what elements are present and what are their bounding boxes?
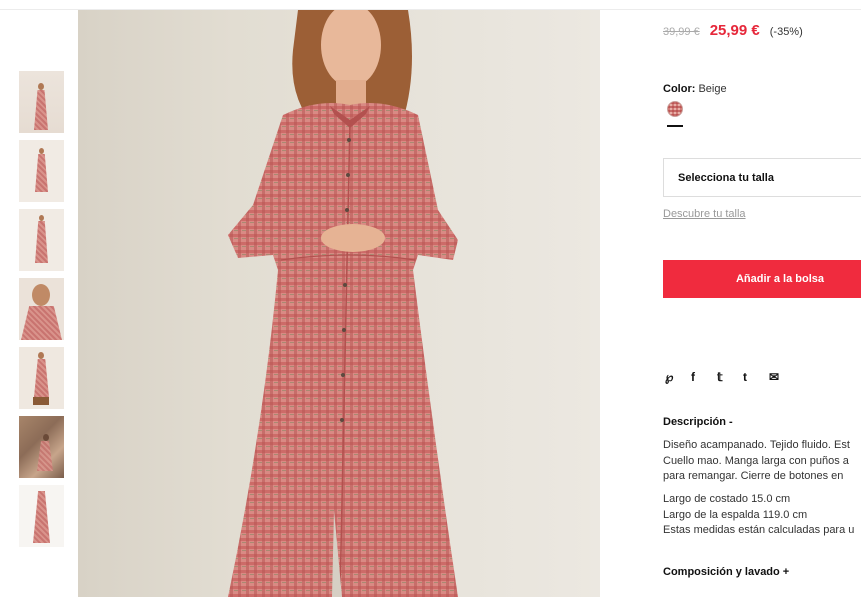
- size-guide-link[interactable]: Descubre tu talla: [663, 208, 746, 220]
- measurements-text: Largo de costado 15.0 cm Largo de la esp…: [663, 492, 861, 539]
- original-price: 39,99 €: [663, 26, 700, 38]
- color-label: Color:: [663, 83, 696, 95]
- twitter-icon[interactable]: 𝕥: [715, 370, 741, 386]
- thumbnail-6[interactable]: [19, 416, 64, 478]
- thumbnail-2[interactable]: [19, 140, 64, 202]
- add-to-bag-button[interactable]: Añadir a la bolsa: [663, 260, 861, 298]
- thumbnail-5[interactable]: [19, 347, 64, 409]
- description-line: Diseño acampanado. Tejido fluido. Est: [663, 439, 850, 451]
- price-row: 39,99 € 25,99 € (-35%): [663, 22, 803, 39]
- description-toggle[interactable]: Descripción -: [663, 416, 733, 428]
- discount-percentage: (-35%): [769, 26, 803, 38]
- main-product-image: [78, 10, 600, 597]
- description-text: Diseño acampanado. Tejido fluido. Est Cu…: [663, 438, 861, 485]
- facebook-icon[interactable]: f: [689, 370, 715, 386]
- description-line: Cuello mao. Manga larga con puños a: [663, 454, 849, 467]
- share-icons: ℘ f 𝕥 t ✉: [663, 370, 793, 386]
- composition-toggle[interactable]: Composición y lavado +: [663, 566, 789, 578]
- thumbnail-3[interactable]: [19, 209, 64, 271]
- description-line: para remangar. Cierre de botones en: [663, 470, 844, 482]
- model-illustration: [228, 10, 458, 597]
- measurement-line: Largo de la espalda 119.0 cm: [663, 508, 808, 521]
- color-value: Beige: [698, 83, 727, 95]
- tumblr-icon[interactable]: t: [741, 370, 767, 386]
- selected-swatch-indicator: [667, 125, 683, 127]
- sale-price: 25,99 €: [709, 22, 760, 39]
- thumbnail-gallery: [19, 71, 64, 554]
- pinterest-icon[interactable]: ℘: [663, 370, 689, 386]
- color-label-row: Color: Beige: [663, 83, 727, 95]
- thumbnail-4[interactable]: [19, 278, 64, 340]
- color-swatch-beige[interactable]: [667, 101, 683, 117]
- email-icon[interactable]: ✉: [767, 370, 793, 386]
- thumbnail-1[interactable]: [19, 71, 64, 133]
- measurement-line: Estas medidas están calculadas para u: [663, 524, 855, 536]
- thumbnail-7[interactable]: [19, 485, 64, 547]
- measurement-line: Largo de costado 15.0 cm: [663, 493, 791, 505]
- size-select[interactable]: Selecciona tu talla: [663, 158, 861, 197]
